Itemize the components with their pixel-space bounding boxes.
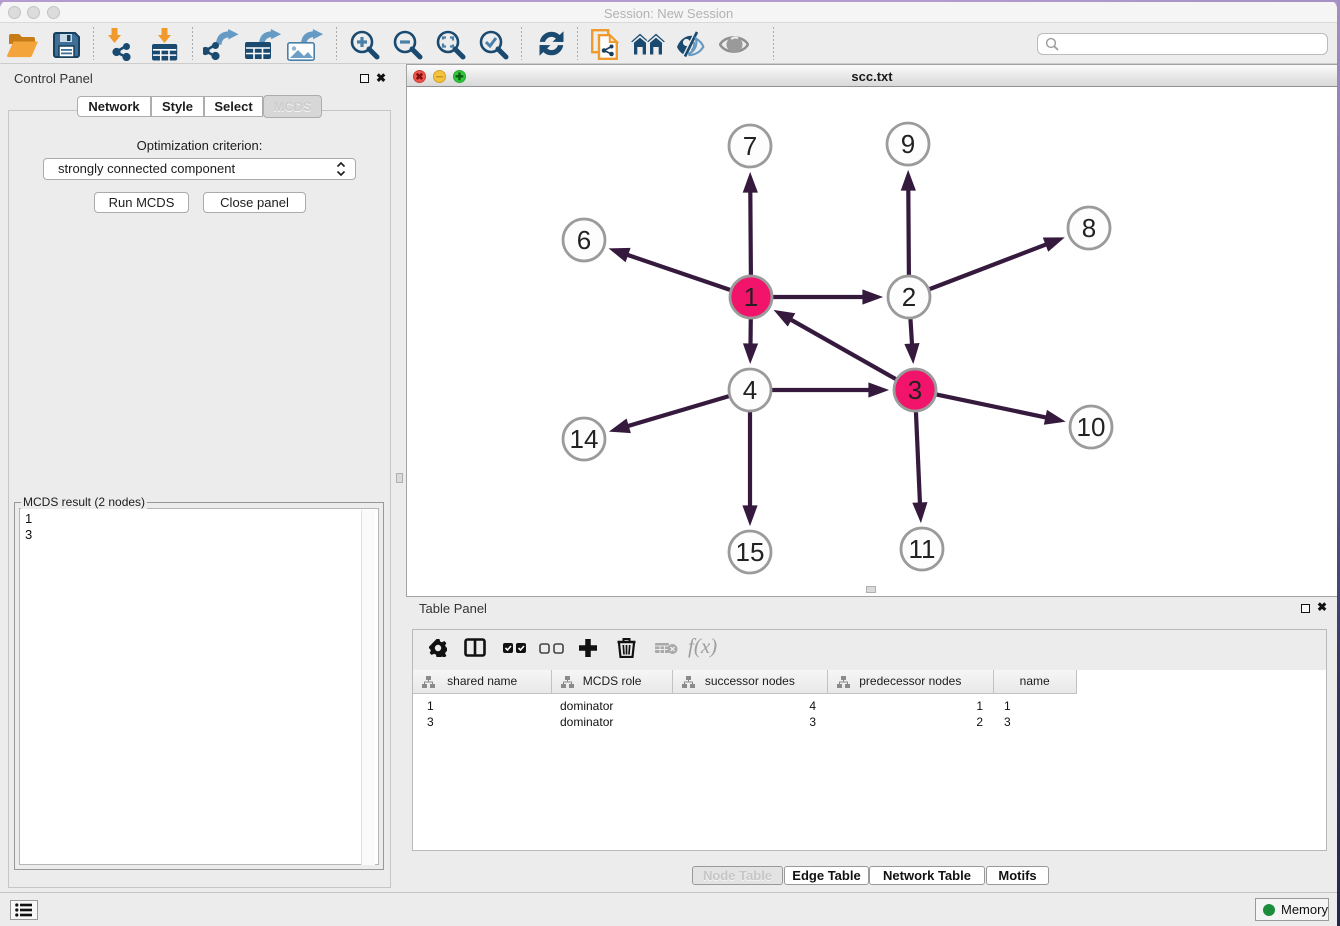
svg-text:9: 9	[901, 129, 915, 159]
svg-text:14: 14	[570, 424, 599, 454]
svg-text:11: 11	[909, 534, 936, 564]
svg-text:2: 2	[902, 282, 916, 312]
svg-text:8: 8	[1082, 213, 1096, 243]
svg-text:1: 1	[744, 282, 758, 312]
svg-text:10: 10	[1077, 412, 1106, 442]
svg-text:4: 4	[743, 375, 757, 405]
svg-text:7: 7	[743, 131, 757, 161]
svg-text:6: 6	[577, 225, 591, 255]
svg-text:3: 3	[908, 375, 922, 405]
svg-text:15: 15	[736, 537, 765, 567]
